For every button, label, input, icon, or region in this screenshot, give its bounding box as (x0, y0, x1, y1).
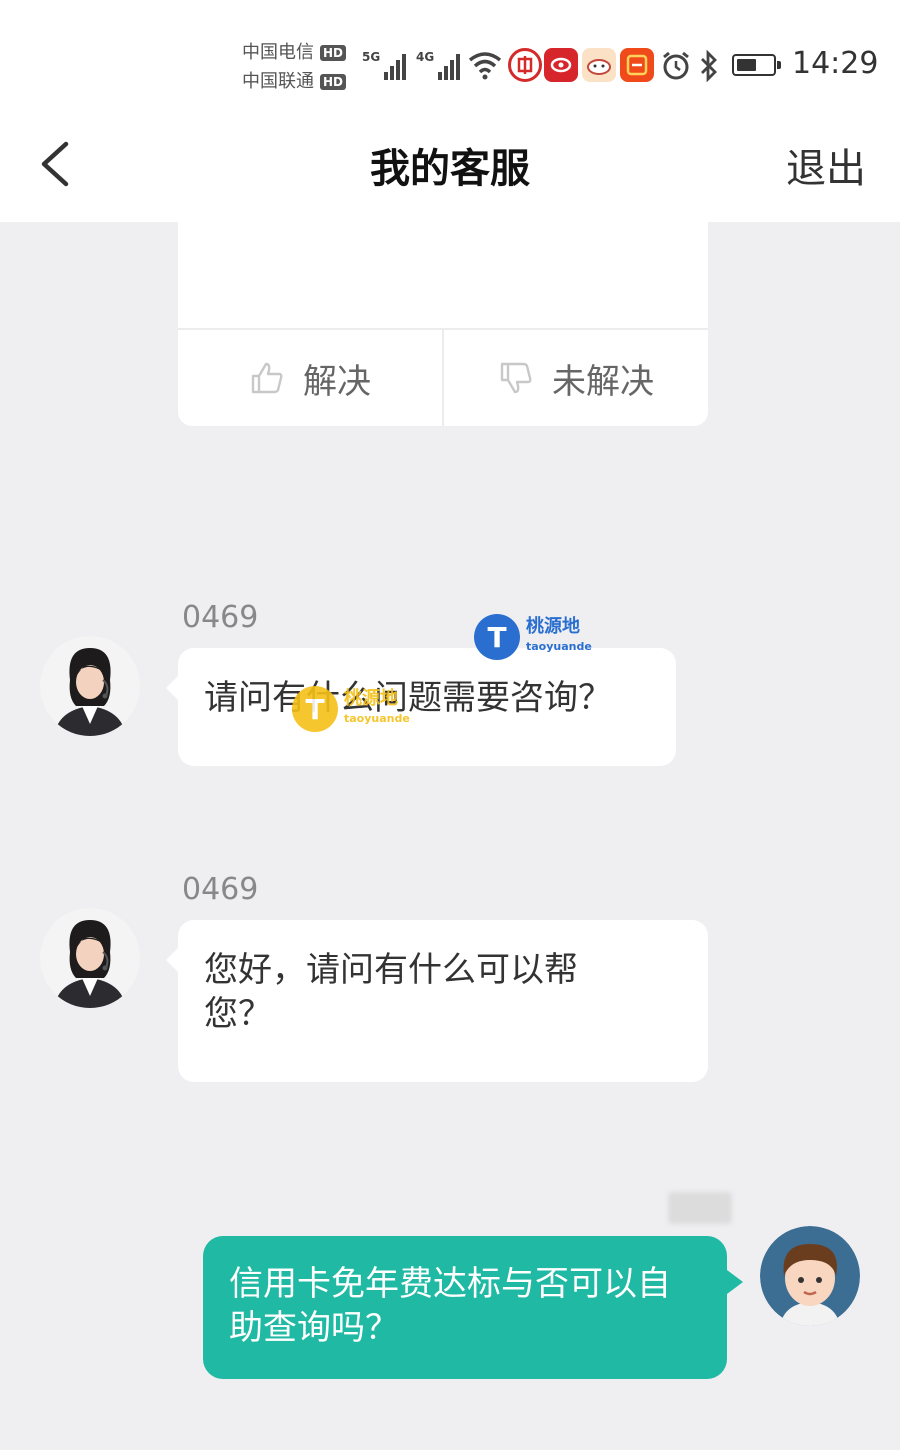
signal-4g-icon: 4G (416, 50, 461, 80)
hd-badge: HD (320, 44, 347, 61)
network-4g-label: 4G (416, 50, 435, 64)
app-header: 我的客服 退出 (0, 110, 900, 222)
carrier-1-label: 中国电信 (242, 42, 314, 63)
unresolved-label: 未解决 (552, 361, 654, 402)
watermark-name: 桃源地 (526, 616, 580, 637)
alarm-icon (663, 51, 689, 80)
watermark-logo: T 桃源地 taoyuande (474, 614, 592, 660)
battery-level-fill (737, 59, 756, 71)
agent-avatar[interactable] (40, 908, 140, 1008)
agent-name: 0469 (182, 600, 259, 635)
watermark-domain: taoyuande (526, 640, 592, 653)
watermark-t-icon: T (292, 686, 338, 732)
page-title: 我的客服 (370, 146, 530, 192)
hd-badge: HD (320, 73, 347, 90)
bank-app-icon (508, 48, 542, 82)
bluetooth-icon (701, 50, 717, 82)
wifi-icon (468, 52, 502, 80)
resolved-label: 解决 (303, 361, 371, 402)
user-name-blurred (668, 1192, 732, 1224)
watermark-logo: T 桃源地 taoyuande (292, 686, 410, 732)
signal-5g-icon: 5G (362, 50, 407, 80)
watermark-t-icon: T (474, 614, 520, 660)
user-message-bubble: 信用卡免年费达标与否可以自助查询吗？ (203, 1236, 743, 1379)
agent-message-bubble: 请问有什么问题需要咨询？ (166, 648, 676, 766)
clock: 14:29 (792, 46, 879, 81)
battery-icon (732, 54, 781, 76)
feedback-card: 解决 未解决 (178, 222, 708, 426)
user-avatar[interactable] (760, 1226, 860, 1326)
cat-app-icon (582, 48, 616, 82)
agent-avatar[interactable] (40, 636, 140, 736)
unionpay-app-icon (544, 48, 578, 82)
carrier-2-label: 中国联通 (242, 71, 314, 92)
carrier-info: 中国电信 HD 中国联通 HD (242, 38, 347, 96)
resolved-button[interactable]: 解决 (178, 330, 442, 426)
unresolved-button[interactable]: 未解决 (444, 330, 708, 426)
taobao-app-icon (620, 48, 654, 82)
thumbs-up-icon (251, 362, 283, 394)
exit-button[interactable]: 退出 (786, 136, 866, 194)
watermark-name: 桃源地 (344, 688, 398, 709)
agent-message-bubble: 您好，请问有什么可以帮您？ (166, 920, 708, 1082)
message-text: 信用卡免年费达标与否可以自助查询吗？ (229, 1264, 671, 1348)
message-text: 您好，请问有什么可以帮您？ (204, 950, 578, 1034)
status-bar: 中国电信 HD 中国联通 HD 5G 4G 14:29 (0, 0, 900, 110)
agent-name: 0469 (182, 872, 259, 907)
network-5g-label: 5G (362, 50, 381, 64)
thumbs-down-icon (500, 362, 532, 394)
watermark-domain: taoyuande (344, 712, 410, 725)
